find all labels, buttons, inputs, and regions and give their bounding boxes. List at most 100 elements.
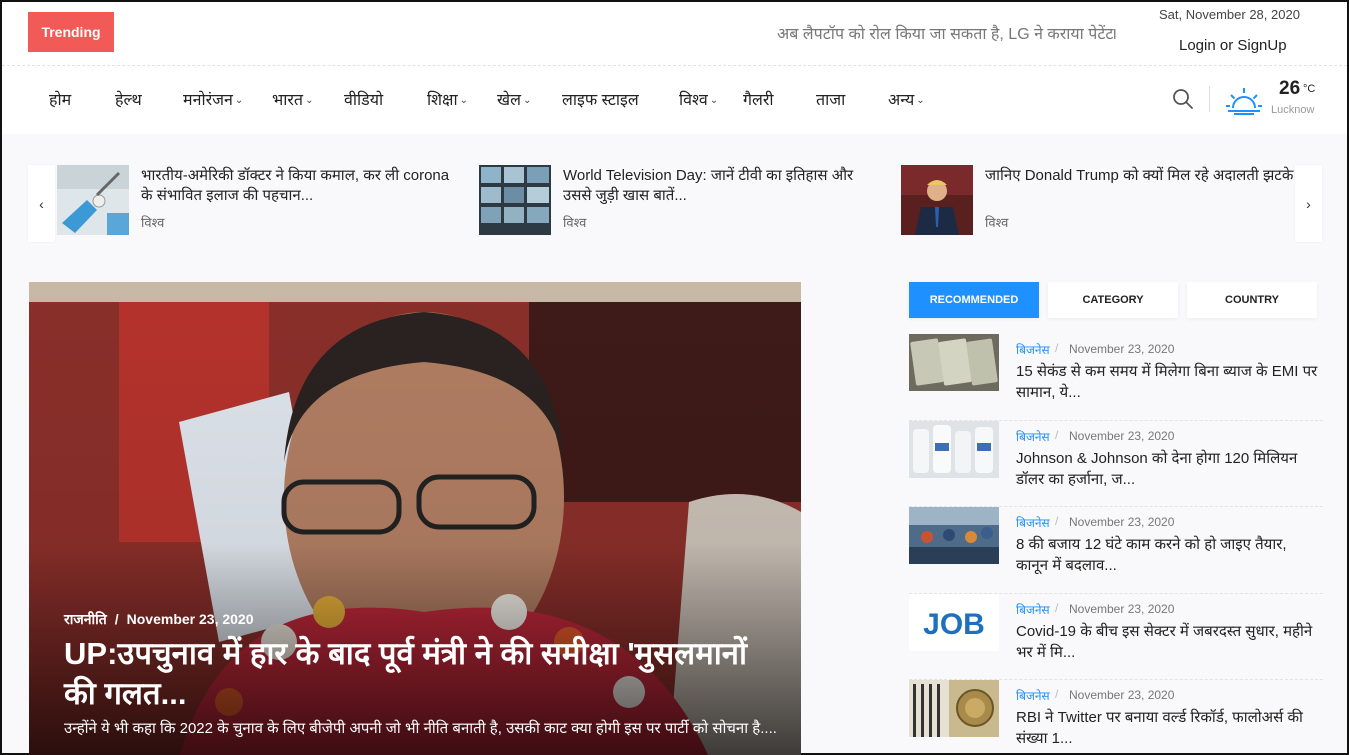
nav-item-health[interactable]: हेल्थ <box>115 88 142 110</box>
article-date: November 23, 2020 <box>1069 342 1175 356</box>
carousel-item-title: World Television Day: जानें टीवी का इतिह… <box>563 167 854 204</box>
article-thumbnail <box>909 680 999 737</box>
article-title[interactable]: 8 की बजाय 12 घंटे काम करने को हो जाइए तै… <box>1016 534 1321 576</box>
chevron-down-icon: ⌄ <box>522 95 532 106</box>
carousel-item-category[interactable]: विश्व <box>563 213 586 231</box>
login-signup-link[interactable]: Login or SignUp <box>1179 37 1287 54</box>
nav-item-world[interactable]: विश्व ⌄ <box>679 88 718 110</box>
meta-separator: / <box>114 611 119 627</box>
chevron-right-icon: › <box>1306 195 1311 212</box>
carousel-next-button[interactable]: › <box>1295 165 1322 242</box>
main-nav: होम हेल्थ मनोरंजन ⌄ भारत ⌄ वीडियो शिक्षा ⌄ … <box>2 66 1347 134</box>
tab-recommended[interactable]: RECOMMENDED <box>909 282 1039 318</box>
nav-item-label: अन्य <box>888 92 915 109</box>
nav-item-home[interactable]: होम <box>49 88 71 110</box>
article-title[interactable]: RBI ने Twitter पर बनाया वर्ल्ड रिकॉर्ड, … <box>1016 707 1321 749</box>
chevron-down-icon: ⌄ <box>459 95 469 106</box>
nav-item-label: ताजा <box>816 92 846 109</box>
article-thumbnail <box>909 420 999 478</box>
carousel-item-category[interactable]: विश्व <box>985 213 1008 231</box>
article-category[interactable]: बिजनेस <box>1016 687 1050 704</box>
carousel-item[interactable]: भारतीय-अमेरिकी डॉक्टर ने किया कमाल, कर ल… <box>57 165 457 235</box>
hero-description: उन्होंने ये भी कहा कि 2022 के चुनाव के ल… <box>64 720 777 737</box>
hero-meta: राजनीति / November 23, 2020 <box>64 610 254 629</box>
nav-item-latest[interactable]: ताजा <box>816 88 845 110</box>
carousel-item-title: भारतीय-अमेरिकी डॉक्टर ने किया कमाल, कर ल… <box>141 167 450 204</box>
hero-title[interactable]: UP:उपचुनाव में हार के बाद पूर्व मंत्री न… <box>64 634 784 714</box>
tab-country[interactable]: COUNTRY <box>1187 282 1317 318</box>
article-category[interactable]: बिजनेस <box>1016 601 1050 618</box>
list-item[interactable]: JOB बिजनेस / November 23, 2020 Covid-19 … <box>909 593 1323 680</box>
nav-item-label: शिक्षा <box>427 92 458 109</box>
carousel-prev-button[interactable]: ‹ <box>28 165 55 242</box>
nav-item-label: गैलरी <box>743 92 774 109</box>
tab-category[interactable]: CATEGORY <box>1048 282 1178 318</box>
chevron-down-icon: ⌄ <box>709 95 719 106</box>
search-icon[interactable] <box>1172 88 1194 110</box>
carousel-thumbnail <box>479 165 551 235</box>
nav-item-education[interactable]: शिक्षा ⌄ <box>427 88 468 110</box>
chevron-left-icon: ‹ <box>39 195 44 212</box>
nav-item-label: भारत <box>272 92 304 109</box>
list-item[interactable]: बिजनेस / November 23, 2020 Johnson & Joh… <box>909 420 1323 507</box>
list-item[interactable]: बिजनेस / November 23, 2020 8 की बजाय 12 … <box>909 507 1323 594</box>
article-title[interactable]: 15 सेकंड से कम समय में मिलेगा बिना ब्याज… <box>1016 361 1321 403</box>
recommended-list: बिजनेस / November 23, 2020 15 सेकंड से क… <box>909 334 1323 755</box>
list-item[interactable]: बिजनेस / November 23, 2020 RBI ने Twitte… <box>909 680 1323 755</box>
hero-article[interactable]: राजनीति / November 23, 2020 UP:उपचुनाव में… <box>29 282 801 755</box>
hero-category[interactable]: राजनीति <box>64 611 107 627</box>
carousel-item[interactable]: World Television Day: जानें टीवी का इतिह… <box>479 165 889 235</box>
weather-city: Lucknow <box>1271 104 1315 116</box>
nav-item-label: मनोरंजन <box>183 92 233 109</box>
hero-date: November 23, 2020 <box>126 611 254 627</box>
nav-item-other[interactable]: अन्य ⌄ <box>888 88 925 110</box>
nav-item-lifestyle[interactable]: लाइफ स्टाइल <box>562 88 639 110</box>
nav-item-label: लाइफ स्टाइल <box>562 92 639 109</box>
article-date: November 23, 2020 <box>1069 601 1175 616</box>
article-date: November 23, 2020 <box>1069 428 1175 443</box>
meta-separator: / <box>1055 427 1059 442</box>
nav-item-gallery[interactable]: गैलरी <box>743 88 774 110</box>
ticker-separator: । <box>1111 26 1118 43</box>
carousel-thumbnail <box>57 165 129 235</box>
article-thumbnail: JOB <box>909 593 999 651</box>
job-thumb-text: JOB <box>923 608 985 641</box>
article-title[interactable]: Johnson & Johnson को देना होगा 120 मिलिय… <box>1016 448 1321 490</box>
weather-temperature: 26 <box>1279 78 1301 99</box>
nav-item-india[interactable]: भारत ⌄ <box>272 88 313 110</box>
article-category[interactable]: बिजनेस <box>1016 514 1050 531</box>
article-thumbnail <box>909 334 999 391</box>
nav-item-sports[interactable]: खेल ⌄ <box>497 88 531 110</box>
nav-item-label: विश्व <box>679 92 708 109</box>
chevron-down-icon: ⌄ <box>916 95 925 106</box>
chevron-down-icon: ⌄ <box>305 95 314 106</box>
news-ticker-headline[interactable]: अब लैपटॉप को रोल किया जा सकता है, LG ने … <box>777 22 1113 44</box>
nav-item-label: वीडियो <box>344 92 384 109</box>
current-date: Sat, November 28, 2020 <box>1159 7 1300 22</box>
meta-separator: / <box>1055 600 1059 615</box>
meta-separator: / <box>1055 341 1059 355</box>
list-item[interactable]: बिजनेस / November 23, 2020 15 सेकंड से क… <box>909 334 1323 421</box>
nav-item-entertainment[interactable]: मनोरंजन ⌄ <box>183 88 243 110</box>
nav-divider <box>1209 86 1210 112</box>
carousel-thumbnail <box>901 165 973 235</box>
meta-separator: / <box>1055 687 1059 701</box>
top-bar: Trending अब लैपटॉप को रोल किया जा सकता ह… <box>2 2 1347 66</box>
nav-item-label: होम <box>49 92 72 109</box>
article-title[interactable]: Covid-19 के बीच इस सेक्टर में जबरदस्त सु… <box>1016 621 1321 663</box>
trending-button[interactable]: Trending <box>28 12 114 52</box>
article-thumbnail <box>909 507 999 564</box>
article-date: November 23, 2020 <box>1069 515 1175 529</box>
article-date: November 23, 2020 <box>1069 688 1175 702</box>
carousel-item-category[interactable]: विश्व <box>141 213 164 231</box>
article-category[interactable]: बिजनेस <box>1016 428 1050 445</box>
carousel-item-title: जानिए Donald Trump को क्यों मिल रहे अदाल… <box>985 167 1294 184</box>
weather-unit: °C <box>1303 83 1316 95</box>
meta-separator: / <box>1055 514 1059 528</box>
sunrise-weather-icon <box>1226 88 1262 115</box>
nav-item-video[interactable]: वीडियो <box>344 88 383 110</box>
nav-item-label: खेल <box>497 92 521 109</box>
news-carousel: ‹ भारतीय-अमेरिकी डॉक्टर ने किया कमाल, कर… <box>28 165 1322 243</box>
carousel-item[interactable]: जानिए Donald Trump को क्यों मिल रहे अदाल… <box>901 165 1301 235</box>
article-category[interactable]: बिजनेस <box>1016 341 1050 358</box>
